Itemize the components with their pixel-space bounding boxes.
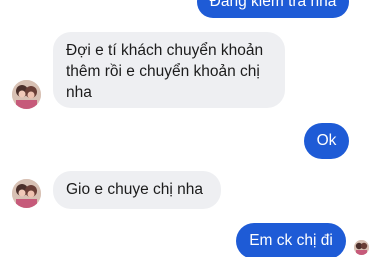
message-text: Gio e chuye chị nha <box>66 181 204 198</box>
incoming-message[interactable]: Gio e chuye chị nha <box>53 171 221 209</box>
contact-avatar[interactable] <box>12 179 41 208</box>
outgoing-message[interactable]: Ok <box>304 123 349 159</box>
message-text: Đang kiểm tra nha <box>209 0 337 10</box>
contact-avatar[interactable] <box>12 80 41 109</box>
message-line: Đợi e tí khách chuyển khoản <box>66 42 264 59</box>
message-text: Ok <box>316 132 337 149</box>
avatar-photo-icon <box>354 240 369 255</box>
read-receipt-avatar <box>354 240 369 255</box>
avatar-photo-icon <box>12 179 41 208</box>
outgoing-message[interactable]: Em ck chị đi <box>236 223 346 257</box>
message-line: nha <box>66 84 92 101</box>
outgoing-message[interactable]: Đang kiểm tra nha <box>197 0 349 18</box>
message-text: Em ck chị đi <box>249 232 333 249</box>
message-line: thêm rồi e chuyển khoản chị <box>66 63 260 80</box>
chat-thread: Đang kiểm tra nha Đợi e tí khách chuyển … <box>0 0 374 257</box>
incoming-message[interactable]: Đợi e tí khách chuyển khoản thêm rồi e c… <box>53 32 285 108</box>
avatar-photo-icon <box>12 80 41 109</box>
